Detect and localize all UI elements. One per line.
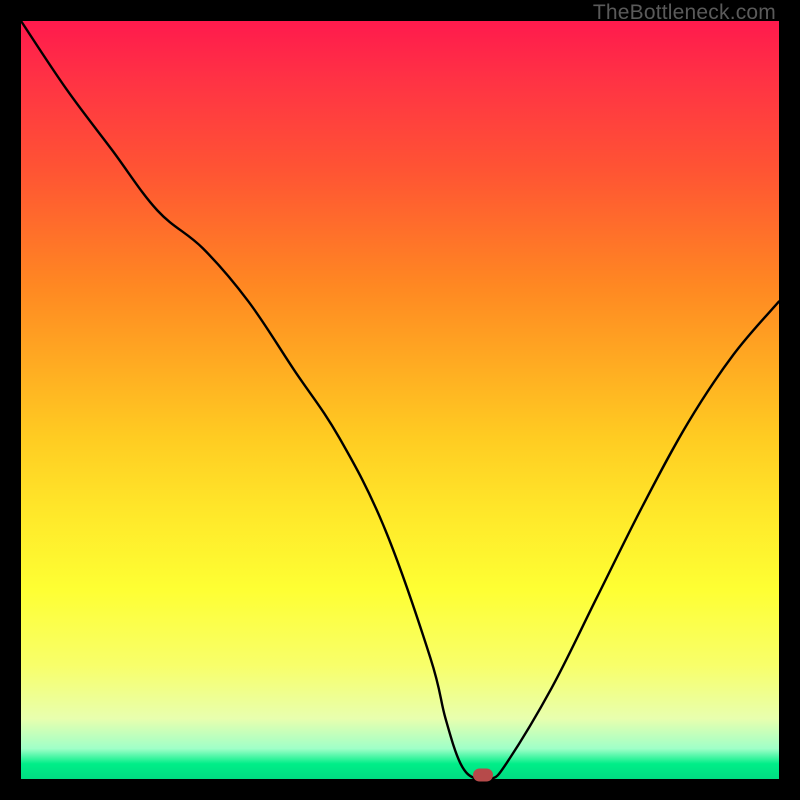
chart-frame: TheBottleneck.com [0,0,800,800]
bottleneck-curve [21,21,779,779]
minimum-marker [473,769,493,782]
watermark-text: TheBottleneck.com [593,1,776,25]
plot-area [21,21,779,779]
